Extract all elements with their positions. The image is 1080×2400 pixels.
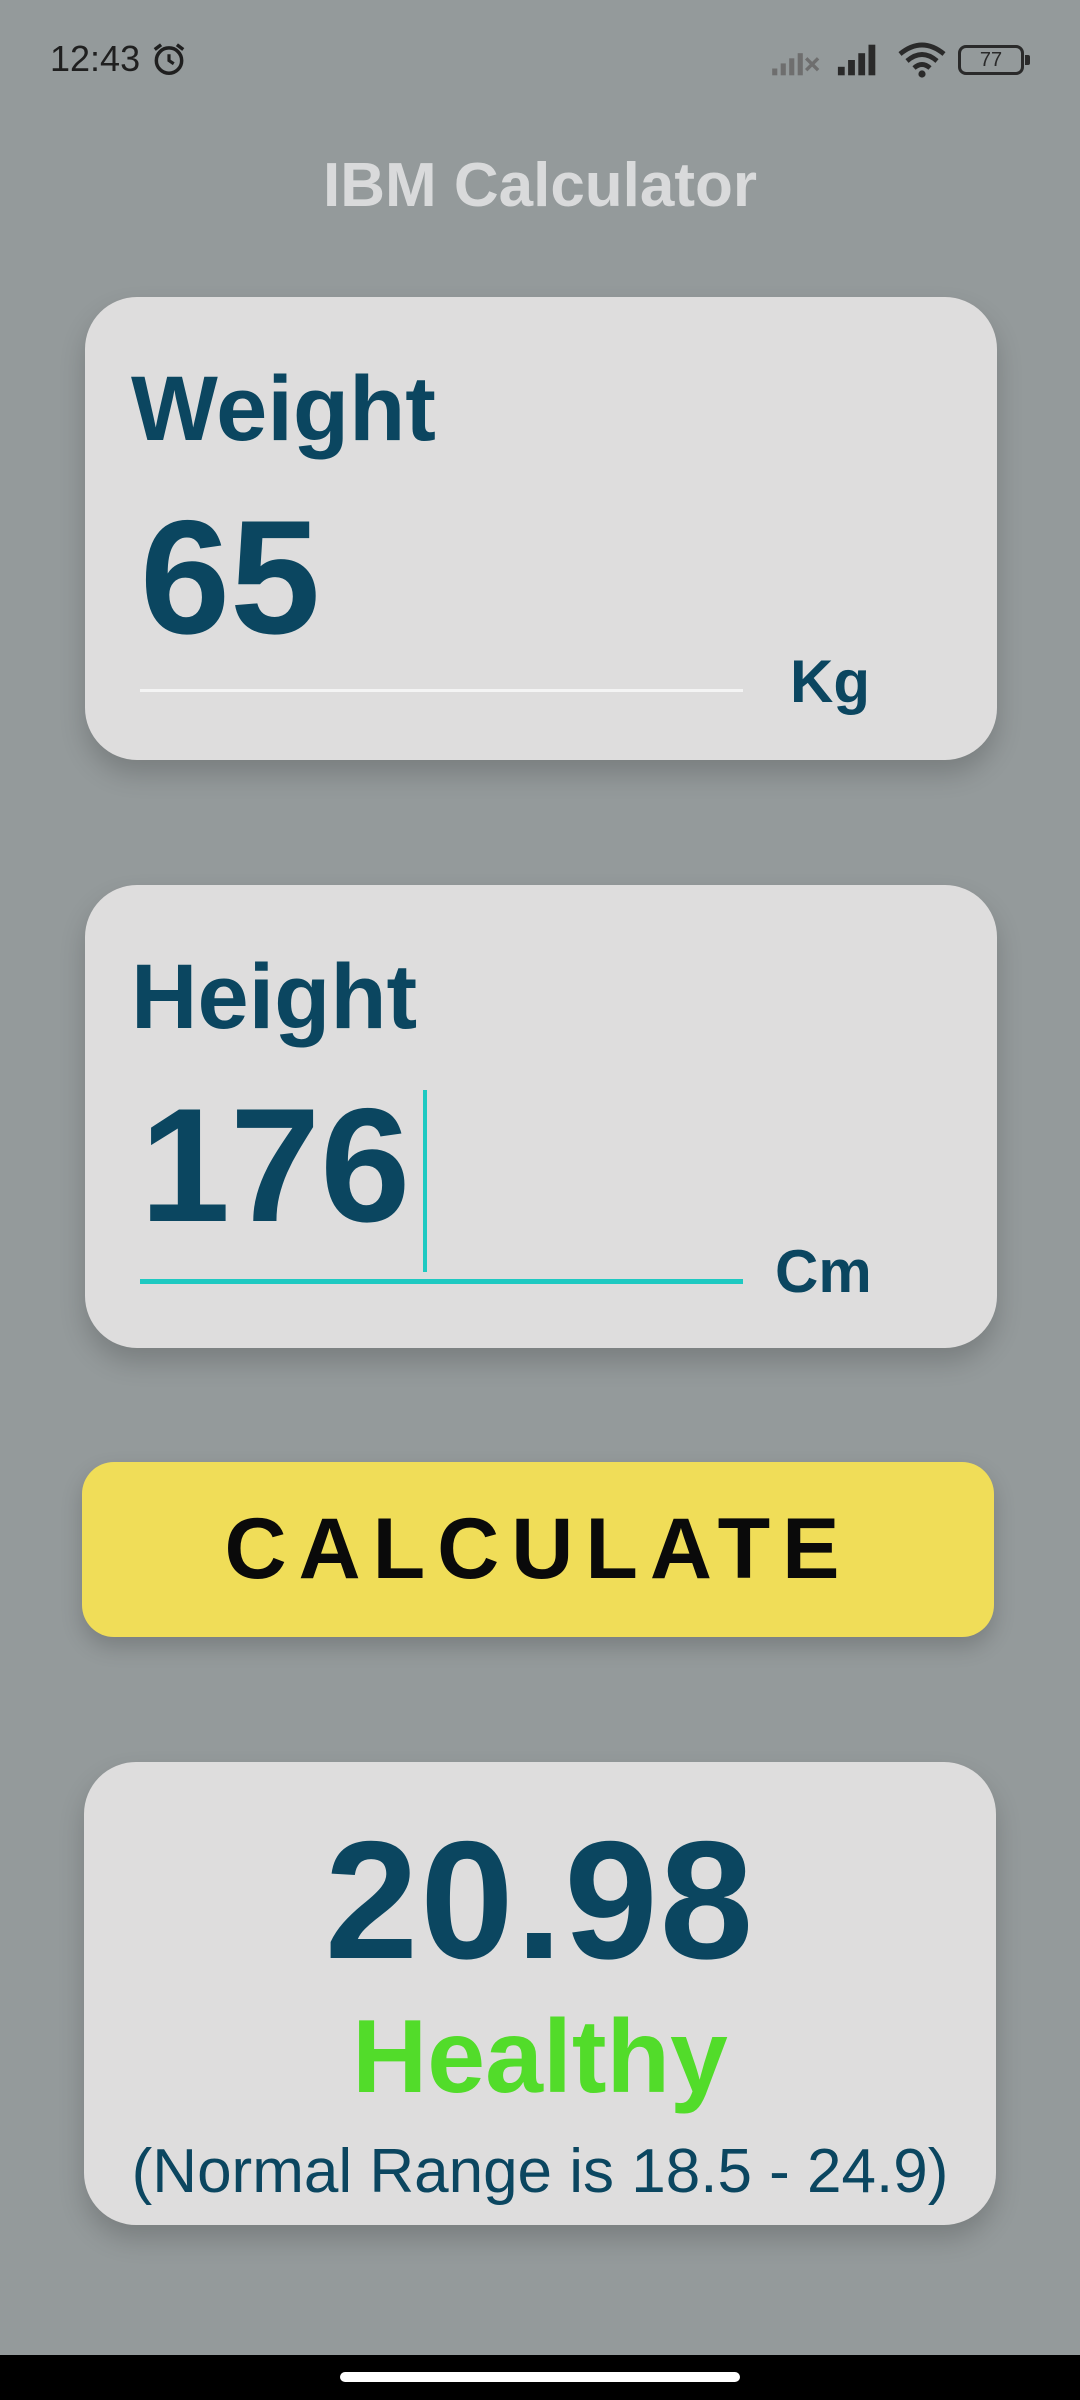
weight-unit: Kg — [790, 648, 870, 715]
alarm-icon — [153, 43, 185, 75]
weight-input-underline — [140, 689, 743, 692]
height-card: Height 176 Cm — [85, 885, 997, 1348]
bmi-result-value: 20.98 — [324, 1806, 756, 1994]
wifi-icon — [898, 42, 946, 78]
text-cursor — [423, 1090, 427, 1272]
weight-card: Weight 65 Kg — [85, 297, 997, 760]
result-card: 20.98 Healthy (Normal Range is 18.5 - 24… — [84, 1762, 996, 2225]
height-input[interactable]: 176 — [140, 1085, 410, 1247]
height-label: Height — [131, 946, 418, 1048]
weight-label: Weight — [131, 358, 436, 460]
height-input-underline — [140, 1279, 743, 1284]
status-time: 12:43 — [50, 38, 141, 79]
height-unit: Cm — [775, 1238, 872, 1305]
battery-level: 77 — [979, 48, 1003, 71]
no-signal-icon — [772, 53, 820, 76]
calculate-button[interactable]: CALCULATE — [82, 1462, 994, 1637]
bmi-normal-range: (Normal Range is 18.5 - 24.9) — [131, 2137, 949, 2206]
app-title: IBM Calculator — [322, 151, 758, 220]
weight-input[interactable]: 65 — [140, 497, 320, 659]
signal-icon — [837, 44, 876, 76]
battery-icon: 77 — [958, 45, 1030, 75]
bmi-status: Healthy — [352, 1999, 728, 2115]
status-bar: 12:43 77 — [0, 0, 1080, 120]
home-indicator[interactable] — [340, 2372, 740, 2382]
status-icons: 77 — [770, 42, 1030, 78]
